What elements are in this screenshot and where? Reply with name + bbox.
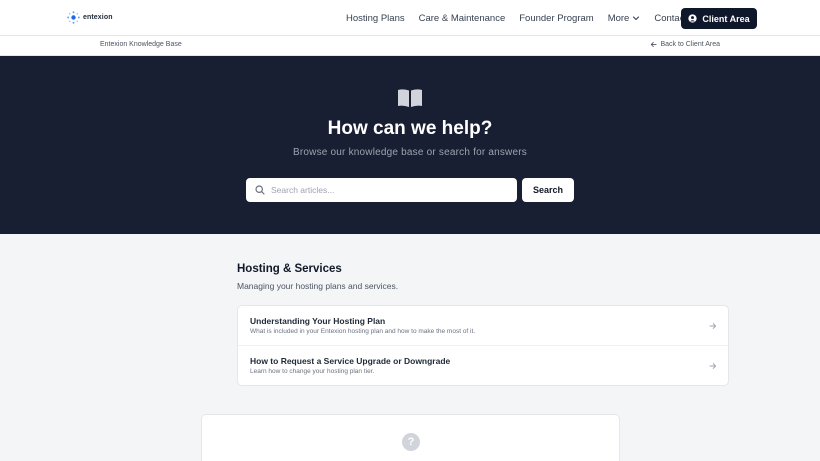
section-description: Managing your hosting plans and services… bbox=[237, 281, 399, 291]
client-area-label: Client Area bbox=[702, 13, 750, 24]
search-input[interactable] bbox=[271, 185, 501, 195]
nav-care-maintenance[interactable]: Care & Maintenance bbox=[419, 13, 506, 24]
nav-more-dropdown[interactable]: More bbox=[608, 13, 641, 24]
kb-title: Entexion Knowledge Base bbox=[100, 41, 182, 48]
main-nav: Hosting Plans Care & Maintenance Founder… bbox=[346, 0, 701, 36]
sub-bar: Entexion Knowledge Base Back to Client A… bbox=[0, 36, 820, 56]
article-item[interactable]: How to Request a Service Upgrade or Down… bbox=[238, 346, 728, 386]
article-list: Understanding Your Hosting Plan What is … bbox=[237, 305, 729, 386]
user-circle-icon bbox=[688, 14, 698, 23]
nav-more-label: More bbox=[607, 12, 630, 24]
search-box bbox=[246, 178, 517, 202]
brand-name: entexion bbox=[83, 14, 113, 21]
chevron-down-icon bbox=[633, 16, 640, 21]
nav-founder-program[interactable]: Founder Program bbox=[519, 13, 593, 24]
top-nav: entexion Hosting Plans Care & Maintenanc… bbox=[0, 0, 820, 36]
brand-logo[interactable]: entexion bbox=[67, 11, 113, 24]
client-area-button[interactable]: Client Area bbox=[681, 8, 757, 29]
hero-section: How can we help? Browse our knowledge ba… bbox=[0, 56, 820, 234]
back-link-label: Back to Client Area bbox=[660, 41, 720, 48]
article-item[interactable]: Understanding Your Hosting Plan What is … bbox=[238, 306, 728, 346]
open-book-icon bbox=[398, 89, 422, 107]
nav-hosting-plans[interactable]: Hosting Plans bbox=[346, 13, 405, 24]
article-title: Understanding Your Hosting Plan bbox=[250, 316, 386, 326]
hero-subtitle: Browse our knowledge base or search for … bbox=[293, 147, 527, 158]
hero-title: How can we help? bbox=[327, 118, 493, 139]
logo-mark-icon bbox=[67, 11, 80, 24]
help-card: ? bbox=[201, 414, 620, 461]
article-description: Learn how to change your hosting plan ti… bbox=[250, 368, 375, 375]
arrow-right-icon bbox=[709, 323, 717, 329]
search-button[interactable]: Search bbox=[522, 178, 574, 202]
arrow-right-icon bbox=[709, 363, 717, 369]
section-title: Hosting & Services bbox=[237, 263, 342, 275]
back-to-client-area-link[interactable]: Back to Client Area bbox=[650, 41, 720, 48]
article-description: What is included in your Entexion hostin… bbox=[250, 328, 476, 335]
article-title: How to Request a Service Upgrade or Down… bbox=[250, 356, 451, 366]
search-icon bbox=[255, 185, 265, 195]
question-mark-icon: ? bbox=[402, 433, 420, 451]
arrow-left-icon bbox=[651, 41, 658, 48]
